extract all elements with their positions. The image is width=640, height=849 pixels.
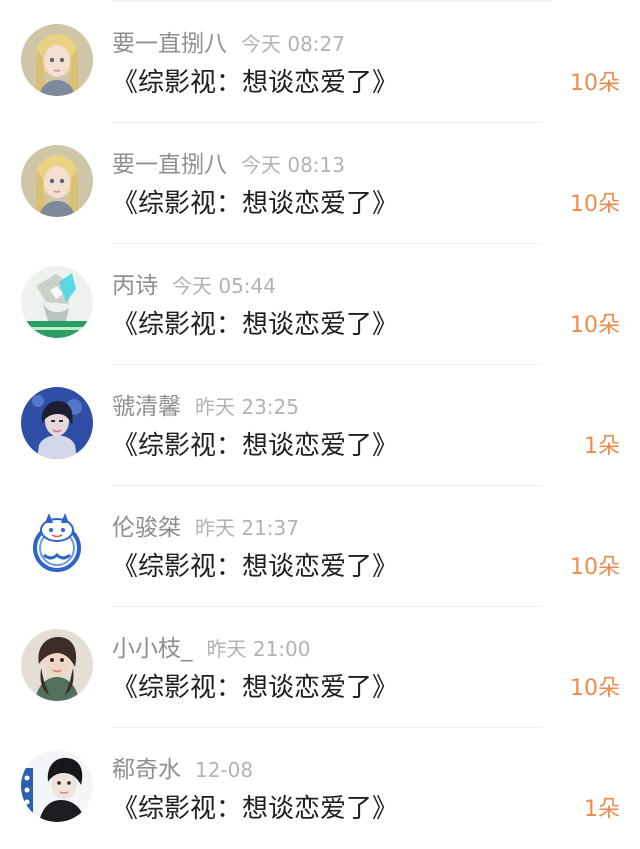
list-item[interactable]: 郗奇水 12-08 《综影视：想谈恋爱了》 1朵	[0, 728, 640, 849]
list-item[interactable]: 小小枝_ 昨天 21:00 《综影视：想谈恋爱了》 10朵	[0, 607, 640, 728]
list-item[interactable]: 要一直捌八 今天 08:27 《综影视：想谈恋爱了》 10朵	[0, 2, 640, 123]
anime-girl-blonde-avatar-icon	[21, 145, 93, 217]
username[interactable]: 要一直捌八	[112, 152, 227, 178]
flower-count: 10朵	[570, 676, 620, 701]
timestamp: 12-08	[195, 758, 254, 782]
timestamp: 今天 08:13	[241, 153, 345, 177]
avatar[interactable]	[21, 387, 93, 459]
flower-count: 1朵	[584, 434, 620, 459]
username[interactable]: 小小枝_	[112, 636, 193, 662]
book-title[interactable]: 《综影视：想谈恋爱了》	[112, 428, 398, 464]
book-title[interactable]: 《综影视：想谈恋爱了》	[112, 670, 398, 706]
username[interactable]: 丙诗	[112, 273, 158, 299]
illustrated-teal-avatar-icon	[21, 266, 93, 338]
list-item[interactable]: 伦骏桀 昨天 21:37 《综影视：想谈恋爱了》 10朵	[0, 486, 640, 607]
username[interactable]: 虢清馨	[112, 394, 181, 420]
entry-meta: 要一直捌八 今天 08:13	[112, 150, 345, 180]
list-item[interactable]: 丙诗 今天 05:44 《综影视：想谈恋爱了》 10朵	[0, 244, 640, 365]
username[interactable]: 伦骏桀	[112, 515, 181, 541]
entry-meta: 虢清馨 昨天 23:25	[112, 392, 299, 422]
book-title[interactable]: 《综影视：想谈恋爱了》	[112, 549, 398, 585]
blue-stage-portrait-avatar-icon	[21, 387, 93, 459]
blue-white-porcelain-tiger-avatar-icon	[21, 508, 93, 580]
username[interactable]: 要一直捌八	[112, 31, 227, 57]
username[interactable]: 郗奇水	[112, 757, 181, 783]
avatar[interactable]	[21, 24, 93, 96]
avatar[interactable]	[21, 266, 93, 338]
avatar[interactable]	[21, 145, 93, 217]
timestamp: 昨天 23:25	[195, 395, 299, 419]
anime-girl-blonde-avatar-icon	[21, 24, 93, 96]
flower-count: 10朵	[570, 192, 620, 217]
book-title[interactable]: 《综影视：想谈恋爱了》	[112, 186, 398, 222]
entry-meta: 伦骏桀 昨天 21:37	[112, 513, 299, 543]
book-title[interactable]: 《综影视：想谈恋爱了》	[112, 65, 398, 101]
avatar[interactable]	[21, 629, 93, 701]
timestamp: 昨天 21:37	[195, 516, 299, 540]
entry-meta: 小小枝_ 昨天 21:00	[112, 634, 311, 664]
timestamp: 昨天 21:00	[206, 637, 311, 661]
timestamp: 今天 05:44	[172, 274, 276, 298]
list-item[interactable]: 虢清馨 昨天 23:25 《综影视：想谈恋爱了》 1朵	[0, 365, 640, 486]
flower-count: 10朵	[570, 71, 620, 96]
flower-count: 1朵	[584, 797, 620, 822]
entry-meta: 郗奇水 12-08	[112, 755, 253, 785]
dark-hair-portrait-avatar-icon	[21, 750, 93, 822]
book-title[interactable]: 《综影视：想谈恋爱了》	[112, 791, 398, 827]
list-item[interactable]: 要一直捌八 今天 08:13 《综影视：想谈恋爱了》 10朵	[0, 123, 640, 244]
portrait-woman-avatar-icon	[21, 629, 93, 701]
avatar[interactable]	[21, 508, 93, 580]
gift-record-list: 要一直捌八 今天 08:27 《综影视：想谈恋爱了》 10朵 要一直捌八 今天 08…	[0, 0, 640, 846]
entry-meta: 要一直捌八 今天 08:27	[112, 29, 345, 59]
timestamp: 今天 08:27	[241, 32, 345, 56]
book-title[interactable]: 《综影视：想谈恋爱了》	[112, 307, 398, 343]
flower-count: 10朵	[570, 313, 620, 338]
avatar[interactable]	[21, 750, 93, 822]
entry-meta: 丙诗 今天 05:44	[112, 271, 276, 301]
flower-count: 10朵	[570, 555, 620, 580]
